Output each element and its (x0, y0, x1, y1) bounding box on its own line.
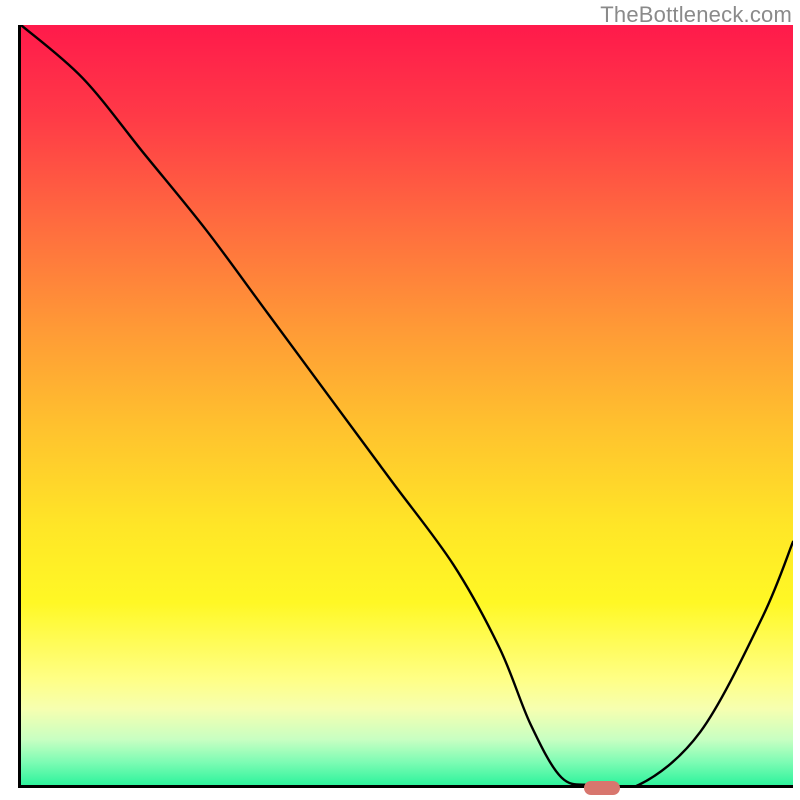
curve-layer (21, 25, 793, 785)
min-marker (584, 781, 620, 795)
chart-root: TheBottleneck.com (0, 0, 800, 800)
bottleneck-curve-path (21, 25, 793, 785)
plot-area (18, 25, 793, 788)
